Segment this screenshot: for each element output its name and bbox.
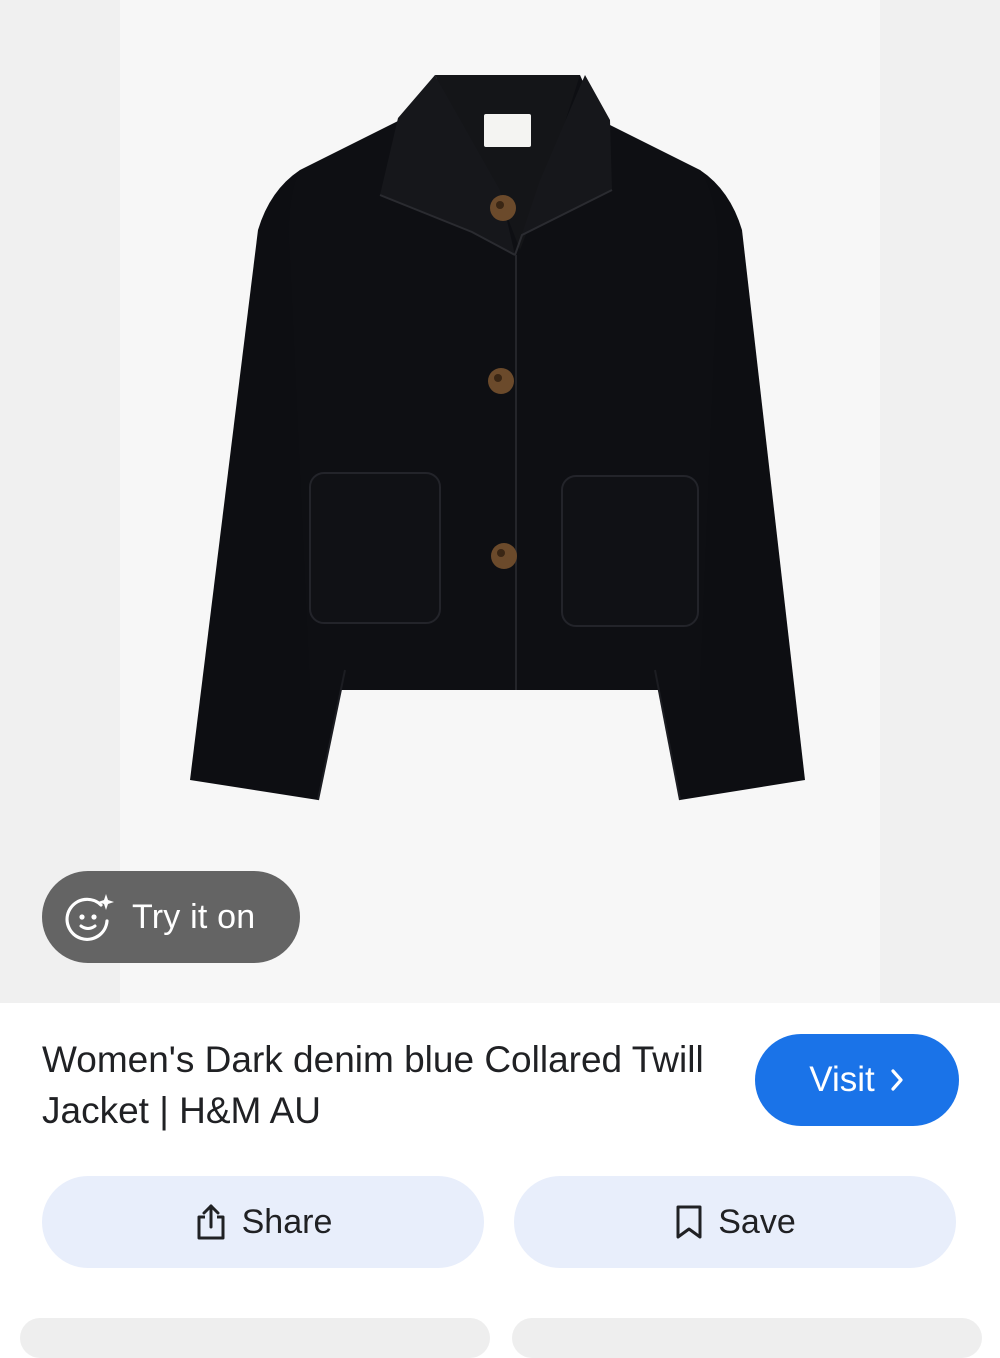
visit-label: Visit: [809, 1060, 875, 1099]
share-label: Share: [241, 1202, 333, 1241]
product-image: [190, 75, 805, 801]
bookmark-icon: [674, 1204, 704, 1240]
save-label: Save: [718, 1202, 796, 1241]
product-image-area[interactable]: Try it on: [0, 0, 1000, 1003]
share-button[interactable]: Share: [42, 1176, 484, 1268]
try-it-on-button[interactable]: Try it on: [42, 871, 300, 963]
next-card-peek: [20, 1318, 490, 1358]
visit-button[interactable]: Visit: [755, 1034, 959, 1126]
face-sparkle-icon: [62, 890, 116, 944]
save-button[interactable]: Save: [514, 1176, 956, 1268]
share-icon: [194, 1203, 228, 1241]
next-card-peek: [512, 1318, 982, 1358]
product-title[interactable]: Women's Dark denim blue Collared Twill J…: [42, 1034, 722, 1136]
try-it-on-label: Try it on: [132, 897, 256, 936]
chevron-right-icon: [889, 1068, 905, 1092]
